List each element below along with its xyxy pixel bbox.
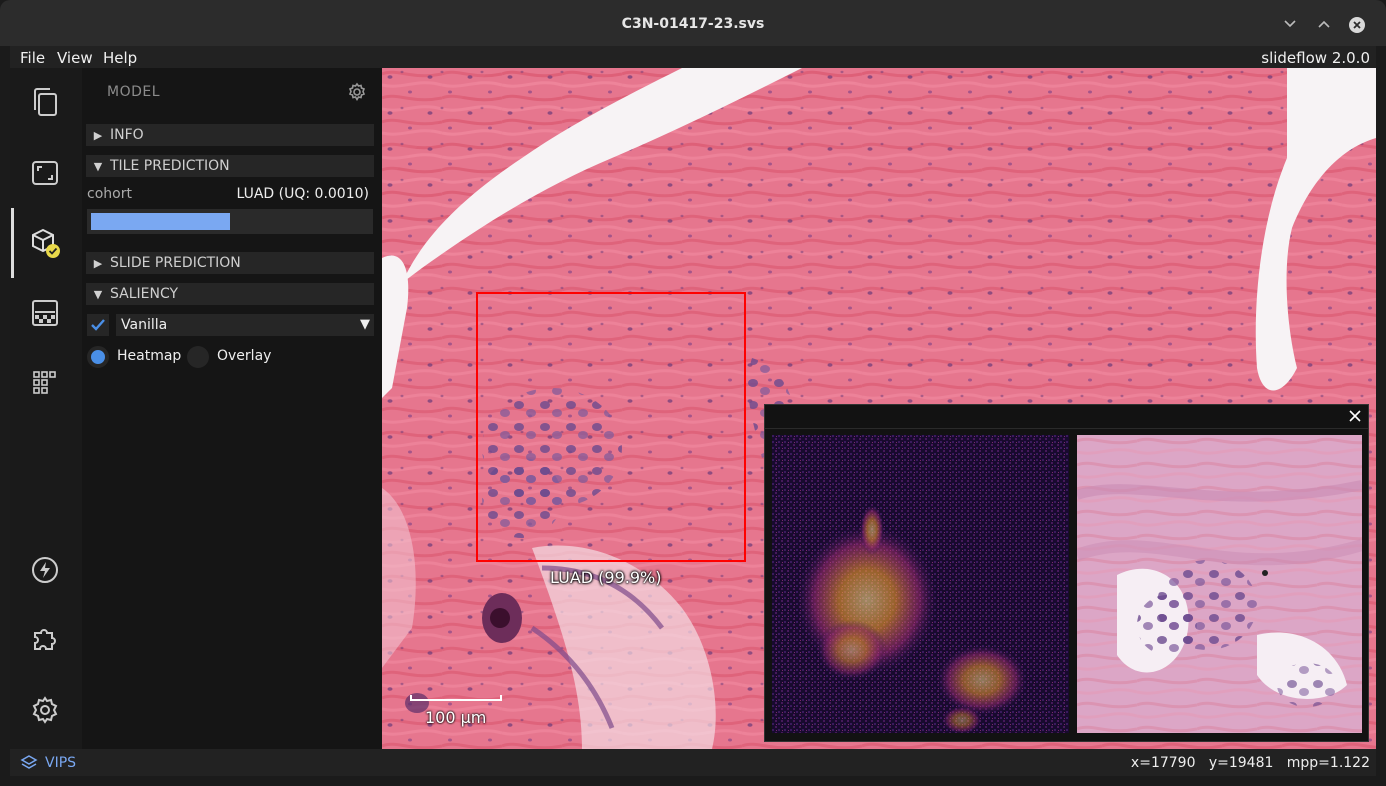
section-tile-prediction-label: TILE PREDICTION	[110, 158, 230, 174]
status-bar: VIPS x=17790 y=19481 mpp=1.122	[10, 749, 1376, 776]
window-title: C3N-01417-23.svs	[621, 16, 765, 32]
saliency-window-header[interactable]	[765, 405, 1368, 429]
fullscreen-icon	[32, 161, 58, 185]
prediction-value: LUAD (UQ: 0.0010)	[236, 186, 369, 202]
minimize-button[interactable]	[1281, 15, 1299, 33]
puzzle-icon	[34, 629, 56, 650]
sidebar-plugins-button[interactable]	[27, 621, 63, 657]
prediction-roi-box	[476, 292, 746, 562]
close-icon	[1349, 410, 1361, 422]
slide-viewer[interactable]: LUAD (99.9%) 100 µm	[382, 68, 1376, 749]
icon-sidebar	[10, 68, 82, 749]
chevron-down-icon	[1284, 20, 1296, 28]
outcome-label: cohort	[87, 186, 132, 202]
radio-overlay[interactable]	[187, 346, 209, 368]
saliency-method-select[interactable]: Vanilla ▼	[116, 314, 374, 336]
section-slide-prediction-label: SLIDE PREDICTION	[110, 255, 241, 271]
menu-file[interactable]: File	[20, 49, 45, 67]
section-info[interactable]: ▶ INFO	[86, 124, 374, 146]
checkmark-icon	[91, 319, 105, 331]
collapsed-arrow-icon: ▶	[93, 128, 103, 142]
section-saliency[interactable]: ▼ SALIENCY	[86, 283, 374, 305]
cursor-coordinates: x=17790 y=19481 mpp=1.122	[1131, 755, 1370, 771]
menu-bar: File View Help slideflow 2.0.0	[10, 46, 1376, 68]
menu-view[interactable]: View	[57, 49, 93, 67]
layers-icon	[20, 755, 38, 769]
prediction-bar-fill	[91, 213, 230, 230]
roi-prediction-label: LUAD (99.9%)	[550, 568, 662, 587]
panel-title: MODEL	[107, 84, 161, 100]
section-saliency-label: SALIENCY	[110, 286, 179, 302]
saliency-enable-checkbox[interactable]	[87, 314, 109, 336]
sidebar-mosaic-button[interactable]	[27, 365, 63, 401]
bolt-icon	[32, 557, 58, 583]
heatmap-icon	[32, 300, 58, 326]
expanded-arrow-icon: ▼	[93, 287, 103, 301]
sidebar-view-button[interactable]	[27, 155, 63, 191]
backend-label: VIPS	[45, 755, 77, 771]
saliency-close-button[interactable]	[1348, 408, 1362, 427]
sidebar-heatmap-button[interactable]	[27, 295, 63, 331]
grid-icon	[33, 371, 56, 394]
close-icon	[1353, 21, 1361, 29]
sidebar-settings-button[interactable]	[27, 692, 63, 728]
dropdown-arrow-icon: ▼	[360, 317, 370, 332]
section-info-label: INFO	[110, 127, 144, 143]
radio-overlay-label: Overlay	[217, 348, 272, 364]
saliency-method-value: Vanilla	[121, 317, 168, 333]
sidebar-extensions-bolt-button[interactable]	[27, 552, 63, 588]
model-panel: MODEL ▶ INFO ▼ TILE PREDICTION cohort LU…	[82, 68, 382, 749]
coord-y: y=19481	[1208, 755, 1274, 771]
maximize-button[interactable]	[1315, 15, 1333, 33]
active-indicator	[11, 208, 14, 278]
radio-heatmap[interactable]	[87, 346, 109, 368]
settings-icon	[32, 696, 58, 724]
scale-bar	[410, 695, 502, 701]
radio-heatmap-label: Heatmap	[117, 348, 182, 364]
copy-icon	[34, 88, 57, 116]
collapsed-arrow-icon: ▶	[93, 256, 103, 270]
saliency-window	[764, 404, 1369, 742]
expanded-arrow-icon: ▼	[93, 159, 103, 173]
app-version: slideflow 2.0.0	[1261, 49, 1370, 67]
title-bar: C3N-01417-23.svs	[0, 0, 1386, 46]
chevron-up-icon	[1318, 20, 1330, 28]
gear-icon	[348, 82, 366, 102]
section-slide-prediction[interactable]: ▶ SLIDE PREDICTION	[86, 252, 374, 274]
model-settings-button[interactable]	[347, 82, 367, 106]
sidebar-slides-button[interactable]	[27, 84, 63, 120]
sidebar-model-button[interactable]	[27, 225, 63, 261]
close-window-button[interactable]	[1349, 17, 1365, 33]
menu-help[interactable]: Help	[103, 49, 137, 67]
section-tile-prediction[interactable]: ▼ TILE PREDICTION	[86, 155, 374, 177]
scale-bar-label: 100 µm	[425, 708, 487, 727]
prediction-bar	[87, 209, 373, 234]
saliency-tile-image	[1077, 435, 1362, 733]
saliency-heatmap-image	[772, 435, 1069, 733]
mpp-value: mpp=1.122	[1286, 755, 1370, 771]
coord-x: x=17790	[1130, 755, 1196, 771]
model-icon	[32, 228, 60, 258]
